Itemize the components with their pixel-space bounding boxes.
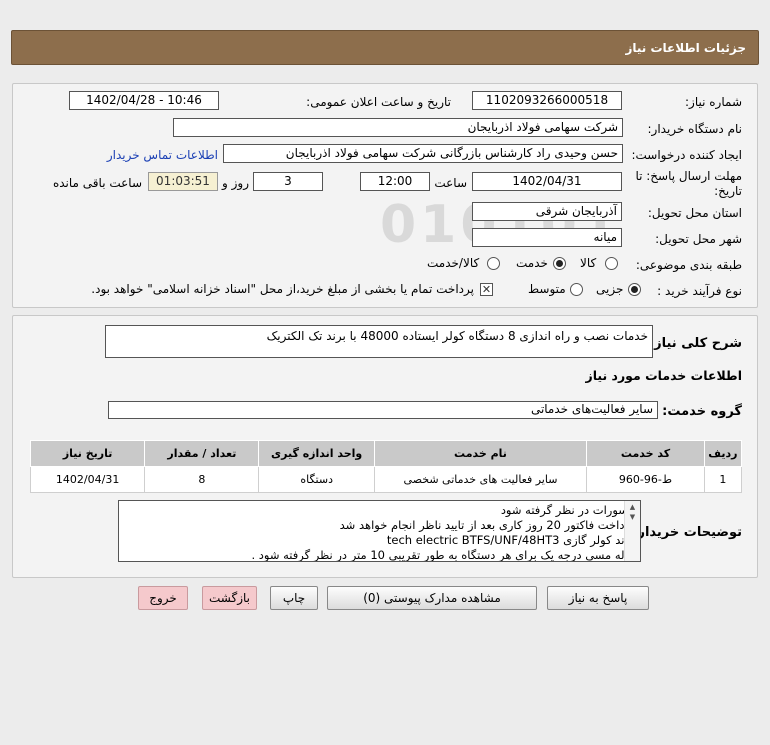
city-field: میانه bbox=[472, 228, 622, 247]
print-button[interactable]: چاپ bbox=[270, 586, 318, 610]
col-service-name: نام خدمت bbox=[373, 440, 588, 467]
buyer-org-label: نام دستگاه خریدار: bbox=[647, 122, 743, 136]
remaining-days-field: 3 bbox=[253, 172, 323, 191]
buyer-note-line: پرداخت فاکتور 20 روز کاری بعد از تایید ن… bbox=[339, 518, 634, 532]
process-medium-radio[interactable] bbox=[570, 283, 583, 296]
deadline-label: مهلت ارسال پاسخ: تا bbox=[635, 169, 742, 183]
cell-quantity: 8 bbox=[144, 466, 260, 493]
province-label: استان محل تحویل: bbox=[647, 206, 742, 220]
remaining-time-label: ساعت باقی مانده bbox=[52, 176, 142, 190]
buyer-notes-scrollbar[interactable]: ▲ ▼ bbox=[624, 501, 640, 561]
deadline-time-field: 12:00 bbox=[360, 172, 430, 191]
deadline-time-label: ساعت bbox=[434, 176, 467, 190]
category-goods-label: کالا bbox=[580, 256, 597, 270]
buyer-notes-box[interactable]: کسورات در نظر گرفته شود پرداخت فاکتور 20… bbox=[118, 500, 641, 562]
page-header: جزئیات اطلاعات نیاز bbox=[11, 30, 759, 65]
category-goods-radio[interactable] bbox=[605, 257, 618, 270]
reply-button[interactable]: پاسخ به نیاز bbox=[547, 586, 649, 610]
category-service-label: خدمت bbox=[516, 256, 548, 270]
col-unit: واحد اندازه گیری bbox=[258, 440, 375, 467]
table-row: 1 ط-96-960 سایر فعالیت های خدماتی شخصی د… bbox=[29, 466, 743, 493]
category-goods-service-label: کالا/خدمت bbox=[427, 256, 480, 270]
col-need-date: تاریخ نیاز bbox=[29, 440, 146, 467]
days-label: روز و bbox=[222, 176, 249, 190]
process-partial-label: جزیی bbox=[596, 282, 624, 296]
treasury-payment-note: پرداخت تمام یا بخشی از مبلغ خرید،از محل … bbox=[91, 282, 474, 296]
need-summary-label: شرح کلی نیاز: bbox=[648, 336, 742, 351]
buyer-org-field: شرکت سهامی فولاد اذربایجان bbox=[173, 118, 623, 137]
announce-datetime-field: 1402/04/28 - 10:46 bbox=[69, 91, 219, 110]
scroll-down-icon[interactable]: ▼ bbox=[625, 513, 640, 521]
process-label: نوع فرآیند خرید : bbox=[657, 284, 742, 298]
cell-unit: دستگاه bbox=[258, 466, 375, 493]
cell-row: 1 bbox=[703, 466, 743, 493]
deadline-date-field: 1402/04/31 bbox=[472, 172, 622, 191]
col-row: ردیف bbox=[703, 440, 743, 467]
category-label: طبقه بندی موضوعی: bbox=[635, 258, 742, 272]
creator-field: حسن وحیدی راد کارشناس بازرگانی شرکت سهام… bbox=[223, 144, 623, 163]
need-summary-field: خدمات نصب و راه اندازی 8 دستگاه کولر ایس… bbox=[105, 325, 653, 358]
cell-service-code: ط-96-960 bbox=[586, 466, 705, 493]
need-number-label: شماره نیاز: bbox=[685, 95, 742, 109]
province-field: آذربایجان شرقی bbox=[472, 202, 622, 221]
exit-button[interactable]: خروج bbox=[138, 586, 188, 610]
buyer-note-line: کسورات در نظر گرفته شود bbox=[500, 503, 634, 517]
buyer-notes-label: توضیحات خریدار: bbox=[632, 525, 742, 540]
service-group-field: سایر فعالیت‌های خدماتی bbox=[108, 401, 658, 419]
treasury-payment-checkbox[interactable]: ✕ bbox=[480, 283, 493, 296]
process-partial-radio[interactable] bbox=[628, 283, 641, 296]
creator-label: ایجاد کننده درخواست: bbox=[631, 148, 742, 162]
buyer-contact-link[interactable]: اطلاعات تماس خریدار bbox=[107, 148, 218, 162]
need-number-field: 1102093266000518 bbox=[472, 91, 622, 110]
buyer-note-line: برند کولر گازی tech electric BTFS/UNF/48… bbox=[386, 533, 634, 547]
city-label: شهر محل تحویل: bbox=[655, 232, 742, 246]
service-group-label: گروه خدمت: bbox=[662, 404, 742, 419]
scroll-up-icon[interactable]: ▲ bbox=[625, 503, 640, 511]
services-section-title: اطلاعات خدمات مورد نیاز bbox=[585, 368, 743, 383]
services-table-header: ردیف کد خدمت نام خدمت واحد اندازه گیری ت… bbox=[29, 440, 743, 467]
category-goods-service-radio[interactable] bbox=[487, 257, 500, 270]
cell-need-date: 1402/04/31 bbox=[29, 466, 146, 493]
category-service-radio[interactable] bbox=[553, 257, 566, 270]
deadline-date-label: تاریخ: bbox=[714, 184, 742, 198]
cell-service-name: سایر فعالیت های خدماتی شخصی bbox=[373, 466, 588, 493]
process-medium-label: متوسط bbox=[528, 282, 566, 296]
remaining-time-field: 01:03:51 bbox=[148, 172, 218, 191]
attachments-button[interactable]: مشاهده مدارک پیوستی (0) bbox=[327, 586, 537, 610]
col-service-code: کد خدمت bbox=[586, 440, 705, 467]
announce-datetime-label: تاریخ و ساعت اعلان عمومی: bbox=[306, 95, 451, 109]
buyer-note-line: لوله مسی درجه یک برای هر دستگاه به طور ت… bbox=[251, 548, 634, 562]
services-table: ردیف کد خدمت نام خدمت واحد اندازه گیری ت… bbox=[29, 440, 743, 493]
back-button[interactable]: بازگشت bbox=[202, 586, 257, 610]
page-title: جزئیات اطلاعات نیاز bbox=[625, 41, 746, 55]
need-info-panel bbox=[12, 83, 758, 308]
col-quantity: تعداد / مقدار bbox=[144, 440, 260, 467]
